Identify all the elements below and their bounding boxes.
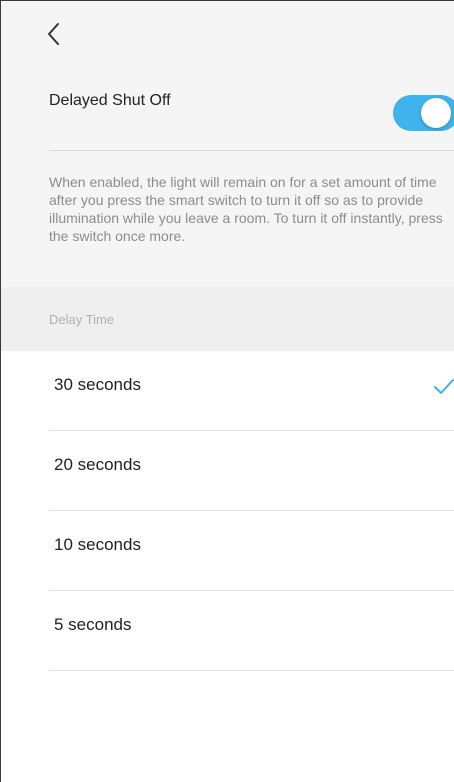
delay-time-label: Delay Time — [49, 312, 115, 327]
delay-options-list: 30 seconds 20 seconds 10 seconds 5 secon… — [1, 351, 454, 782]
delayed-shut-off-row: Delayed Shut Off — [1, 63, 454, 149]
delay-time-section-header: Delay Time — [1, 287, 454, 351]
setting-description: When enabled, the light will remain on f… — [49, 174, 443, 244]
option-30-seconds[interactable]: 30 seconds — [1, 351, 454, 431]
checkmark-icon — [434, 379, 454, 394]
option-label: 10 seconds — [54, 535, 141, 554]
option-divider — [49, 670, 454, 671]
toggle-knob — [421, 98, 451, 128]
option-label: 30 seconds — [54, 375, 141, 394]
option-5-seconds[interactable]: 5 seconds — [1, 591, 454, 671]
back-button[interactable] — [41, 19, 71, 49]
delayed-shut-off-toggle[interactable] — [393, 95, 454, 131]
divider — [49, 150, 454, 151]
option-label: 20 seconds — [54, 455, 141, 474]
nav-bar — [1, 1, 454, 63]
option-label: 5 seconds — [54, 615, 132, 634]
screen: Delayed Shut Off When enabled, the light… — [0, 0, 454, 782]
option-10-seconds[interactable]: 10 seconds — [1, 511, 454, 591]
option-20-seconds[interactable]: 20 seconds — [1, 431, 454, 511]
delayed-shut-off-label: Delayed Shut Off — [49, 92, 171, 109]
chevron-left-icon — [48, 23, 59, 45]
